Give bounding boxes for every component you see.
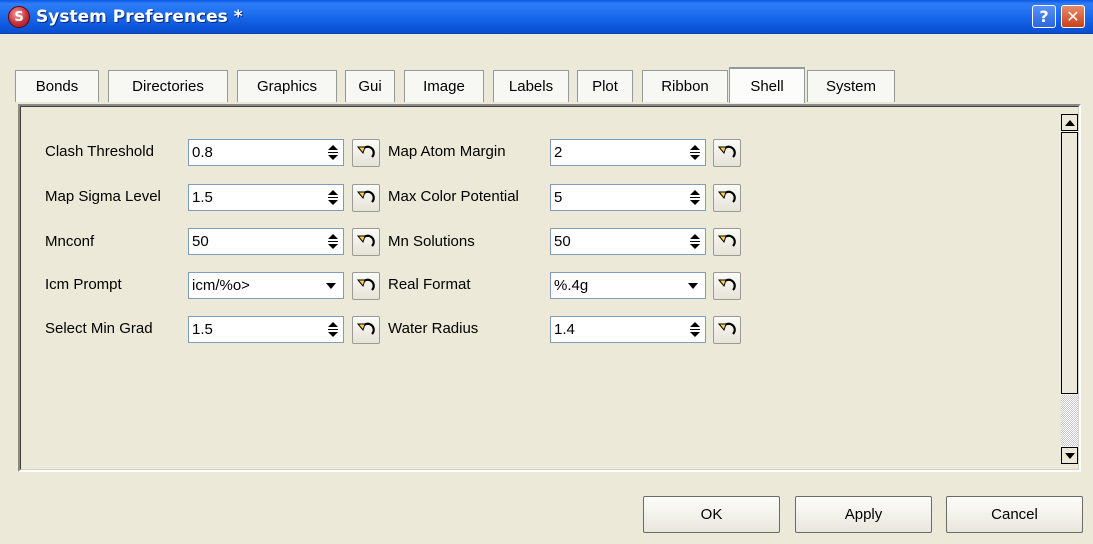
scroll-up-button[interactable] bbox=[1061, 114, 1078, 131]
scrollbar-track[interactable] bbox=[1061, 395, 1078, 446]
real-format-dropdown-arrow-icon[interactable] bbox=[682, 274, 704, 297]
tab-labels[interactable]: Labels bbox=[493, 70, 569, 102]
select-min-grad-value: 1.5 bbox=[192, 321, 213, 338]
max-color-potential-field[interactable]: 5 bbox=[550, 184, 706, 211]
real-format-label: Real Format bbox=[388, 276, 471, 293]
undo-icon bbox=[356, 190, 375, 203]
help-button[interactable]: ? bbox=[1032, 5, 1056, 28]
map-atom-margin-spinner[interactable] bbox=[686, 141, 704, 164]
map-atom-margin-field[interactable]: 2 bbox=[550, 139, 706, 166]
undo-icon bbox=[717, 278, 736, 291]
ok-button[interactable]: OK bbox=[643, 496, 780, 533]
water-radius-value: 1.4 bbox=[554, 321, 575, 338]
cancel-button[interactable]: Cancel bbox=[946, 496, 1083, 533]
apply-button[interactable]: Apply bbox=[795, 496, 932, 533]
max-color-potential-spinner[interactable] bbox=[686, 186, 704, 209]
water-radius-label: Water Radius bbox=[388, 320, 479, 337]
select-min-grad-label: Select Min Grad bbox=[45, 320, 153, 337]
water-radius-reset-button[interactable] bbox=[713, 316, 741, 344]
undo-icon bbox=[356, 234, 375, 247]
select-min-grad-spinner[interactable] bbox=[324, 318, 342, 341]
map-sigma-level-spinner[interactable] bbox=[324, 186, 342, 209]
water-radius-field[interactable]: 1.4 bbox=[550, 316, 706, 343]
map-sigma-level-label: Map Sigma Level bbox=[45, 188, 161, 205]
mnconf-spinner[interactable] bbox=[324, 230, 342, 253]
vertical-scrollbar[interactable] bbox=[1061, 114, 1078, 464]
scroll-down-button[interactable] bbox=[1061, 447, 1078, 464]
icm-prompt-select[interactable]: icm/%o> bbox=[188, 272, 344, 299]
shell-settings-panel: Clash Threshold Map Sigma Level Mnconf I… bbox=[18, 104, 1081, 472]
undo-icon bbox=[356, 322, 375, 335]
tab-system[interactable]: System bbox=[807, 70, 895, 102]
tab-plot[interactable]: Plot bbox=[577, 70, 633, 102]
real-format-value: %.4g bbox=[554, 277, 589, 294]
map-sigma-level-reset-button[interactable] bbox=[352, 184, 380, 212]
scrollbar-thumb[interactable] bbox=[1061, 132, 1078, 394]
mn-solutions-reset-button[interactable] bbox=[713, 228, 741, 256]
icm-prompt-value: icm/%o> bbox=[192, 277, 250, 294]
map-atom-margin-value: 2 bbox=[554, 144, 563, 161]
map-atom-margin-label: Map Atom Margin bbox=[388, 143, 506, 160]
clash-threshold-value: 0.8 bbox=[192, 144, 213, 161]
water-radius-spinner[interactable] bbox=[686, 318, 704, 341]
clash-threshold-reset-button[interactable] bbox=[352, 139, 380, 167]
real-format-select[interactable]: %.4g bbox=[550, 272, 706, 299]
mn-solutions-spinner[interactable] bbox=[686, 230, 704, 253]
tab-shell[interactable]: Shell bbox=[729, 67, 805, 103]
select-min-grad-field[interactable]: 1.5 bbox=[188, 316, 344, 343]
map-atom-margin-reset-button[interactable] bbox=[713, 139, 741, 167]
undo-icon bbox=[717, 234, 736, 247]
max-color-potential-label: Max Color Potential bbox=[388, 188, 519, 205]
icm-prompt-label: Icm Prompt bbox=[45, 276, 122, 293]
mnconf-label: Mnconf bbox=[45, 233, 95, 250]
undo-icon bbox=[717, 322, 736, 335]
mn-solutions-label: Mn Solutions bbox=[388, 233, 475, 250]
undo-icon bbox=[356, 145, 375, 158]
select-min-grad-reset-button[interactable] bbox=[352, 316, 380, 344]
tab-directories[interactable]: Directories bbox=[108, 70, 228, 102]
undo-icon bbox=[717, 145, 736, 158]
scroll-up-arrow-icon bbox=[1064, 119, 1075, 126]
clash-threshold-spinner[interactable] bbox=[324, 141, 342, 164]
clash-threshold-label: Clash Threshold bbox=[45, 143, 154, 160]
scroll-down-arrow-icon bbox=[1064, 452, 1075, 459]
icm-prompt-dropdown-arrow-icon[interactable] bbox=[320, 274, 342, 297]
close-button[interactable]: ✕ bbox=[1061, 5, 1085, 28]
undo-icon bbox=[356, 278, 375, 291]
mnconf-reset-button[interactable] bbox=[352, 228, 380, 256]
real-format-reset-button[interactable] bbox=[713, 272, 741, 300]
mn-solutions-field[interactable]: 50 bbox=[550, 228, 706, 255]
window-title: System Preferences * bbox=[36, 7, 243, 27]
tab-image[interactable]: Image bbox=[404, 70, 484, 102]
map-sigma-level-field[interactable]: 1.5 bbox=[188, 184, 344, 211]
tab-gui[interactable]: Gui bbox=[345, 70, 395, 102]
tab-ribbon[interactable]: Ribbon bbox=[642, 70, 728, 102]
max-color-potential-value: 5 bbox=[554, 189, 563, 206]
icm-prompt-reset-button[interactable] bbox=[352, 272, 380, 300]
max-color-potential-reset-button[interactable] bbox=[713, 184, 741, 212]
title-bar[interactable]: S System Preferences * ? ✕ bbox=[0, 0, 1093, 34]
clash-threshold-field[interactable]: 0.8 bbox=[188, 139, 344, 166]
tab-graphics[interactable]: Graphics bbox=[237, 70, 337, 102]
tab-bonds[interactable]: Bonds bbox=[15, 70, 99, 102]
mnconf-field[interactable]: 50 bbox=[188, 228, 344, 255]
mn-solutions-value: 50 bbox=[554, 233, 571, 250]
app-logo-icon: S bbox=[8, 6, 30, 28]
undo-icon bbox=[717, 190, 736, 203]
map-sigma-level-value: 1.5 bbox=[192, 189, 213, 206]
mnconf-value: 50 bbox=[192, 233, 209, 250]
